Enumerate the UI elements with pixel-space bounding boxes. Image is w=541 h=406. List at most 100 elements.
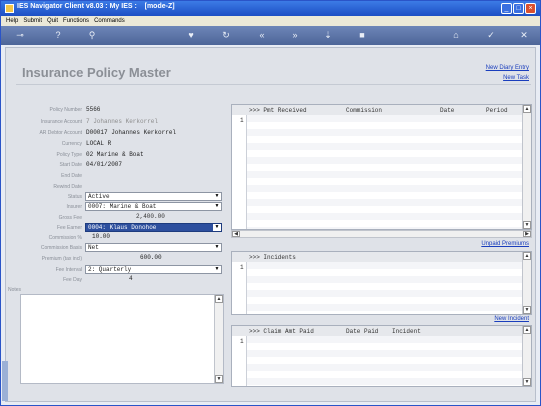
help-icon[interactable]: ? [51,29,65,42]
scroll-up-icon[interactable]: ▲ [523,252,531,260]
claims-scrollbar[interactable]: ▲ ▼ [522,326,531,386]
payments-grid: >>> Pmt Received Commission Date Period … [231,104,532,230]
home-icon[interactable]: ⌂ [449,29,463,42]
new-diary-entry-link[interactable]: New Diary Entry [486,65,529,71]
notes-textarea[interactable]: ▲ ▼ [20,294,224,384]
incidents-grid-body[interactable] [247,262,522,314]
status-select[interactable]: Active ▼ [85,192,222,201]
claims-grid-body[interactable] [247,336,522,386]
start-date-value[interactable]: 04/01/2007 [86,161,122,168]
fee-interval-value: 2: Quarterly [88,266,132,273]
insurer-value: 0007: Marine & Boat [88,203,157,210]
minimize-button[interactable]: _ [501,3,512,14]
row-number: 1 [240,338,244,345]
menu-submit[interactable]: Submit [23,16,42,26]
currency-label: Currency [61,141,82,147]
fee-earner-value: 0004: Klaus Donohoe [88,224,157,231]
new-task-link[interactable]: New Task [503,75,529,81]
gross-fee-label: Gross Fee [58,215,82,221]
scroll-left-icon[interactable]: ◀ [232,231,240,237]
row-number-column: 1 [232,336,247,386]
fee-interval-label: Fee Interval [55,267,82,273]
close-icon[interactable]: ✕ [517,29,531,42]
notes-label: Notes [8,287,22,293]
commission-pct-value[interactable]: 10.00 [92,233,110,240]
fee-earner-label: Fee Earner [56,225,82,231]
app-icon [5,4,14,13]
rewind-icon[interactable]: « [255,29,269,42]
window-title-text: IES Navigator Client v8.03 : My IES : [17,3,137,10]
forward-icon[interactable]: » [288,29,302,42]
app-window: IES Navigator Client v8.03 : My IES : [m… [0,0,541,406]
col-pmt-received: >>> Pmt Received [249,107,307,114]
incidents-grid-header: >>> Incidents [232,252,531,262]
check-icon[interactable]: ✓ [484,29,498,42]
close-window-button[interactable]: × [525,3,536,14]
row-number-column: 1 [232,262,247,314]
payments-hscrollbar[interactable]: ◀ ▶ [231,230,532,238]
menu-help[interactable]: Help [6,16,18,26]
stop-icon[interactable]: ■ [355,29,369,42]
chevron-down-icon[interactable]: ▼ [213,193,221,200]
premium-value[interactable]: 600.00 [140,254,162,261]
chevron-down-icon[interactable]: ▼ [213,224,221,231]
menu-quit[interactable]: Quit [47,16,58,26]
scroll-down-icon[interactable]: ▼ [523,221,531,229]
insurer-select[interactable]: 0007: Marine & Boat ▼ [85,202,222,211]
divider [16,84,531,85]
status-value: Active [88,193,110,200]
currency-value[interactable]: LOCAL R [86,140,111,147]
col-date-paid: Date Paid [346,328,379,335]
col-incidents: >>> Incidents [249,254,296,261]
menu-functions[interactable]: Functions [63,16,89,26]
payments-scrollbar[interactable]: ▲ ▼ [522,105,531,229]
scroll-down-icon[interactable]: ▼ [523,378,531,386]
payments-grid-body[interactable] [247,115,522,229]
fee-earner-select[interactable]: 0004: Klaus Donohoe ▼ [85,223,222,232]
end-date-label: End Date [61,173,82,179]
rewind-date-label: Rewind Date [53,184,82,190]
toolbar: ⊸ ? ⚲ ♥ ↻ « » ⇣ ■ ⌂ ✓ ✕ [1,26,540,45]
premium-label: Premium (tax incl) [41,256,82,262]
search-icon[interactable]: ⚲ [85,29,99,42]
maximize-button[interactable]: □ [513,3,524,14]
key-icon[interactable]: ⊸ [9,29,31,42]
policy-number-value[interactable]: 5566 [86,106,100,113]
chevron-down-icon[interactable]: ▼ [213,203,221,210]
gross-fee-field[interactable]: 2,400.00 [85,212,222,221]
claims-grid-header: >>> Claim Amt Paid Date Paid Incident [232,326,531,336]
policy-type-label: Policy Type [56,152,82,158]
scroll-right-icon[interactable]: ▶ [523,231,531,237]
chevron-down-icon[interactable]: ▼ [213,266,221,273]
row-number: 1 [240,117,244,124]
side-tab[interactable] [2,361,8,401]
notes-scrollbar[interactable]: ▲ ▼ [214,295,223,383]
scroll-up-icon[interactable]: ▲ [523,105,531,113]
scroll-up-icon[interactable]: ▲ [215,295,223,303]
row-number-column: 1 [232,115,247,229]
fee-interval-select[interactable]: 2: Quarterly ▼ [85,265,222,274]
refresh-icon[interactable]: ↻ [219,29,233,42]
policy-type-value[interactable]: 02 Marine & Boat [86,151,144,158]
pin-icon[interactable]: ⇣ [321,29,335,42]
scroll-up-icon[interactable]: ▲ [523,326,531,334]
payments-grid-header: >>> Pmt Received Commission Date Period [232,105,531,115]
col-date: Date [440,107,455,114]
new-incident-link[interactable]: New Incident [494,316,529,322]
status-label: Status [67,194,82,200]
commission-basis-select[interactable]: Net ▼ [85,243,222,252]
scroll-down-icon[interactable]: ▼ [215,375,223,383]
col-incident: Incident [392,328,421,335]
chevron-down-icon[interactable]: ▼ [213,244,221,251]
menu-commands[interactable]: Commands [94,16,125,26]
col-commission: Commission [346,107,383,114]
unpaid-premiums-link[interactable]: Unpaid Premiums [481,241,529,247]
policy-number-label: Policy Number [49,107,82,113]
ar-debtor-account-value[interactable]: D00017 Johannes Kerkorrel [86,129,176,136]
heart-icon[interactable]: ♥ [184,29,198,42]
incidents-scrollbar[interactable]: ▲ ▼ [522,252,531,314]
commission-basis-label: Commission Basis [40,245,82,251]
ar-debtor-account-label: AR Debtor Account [39,130,82,136]
fee-day-value[interactable]: 4 [129,275,133,282]
scroll-down-icon[interactable]: ▼ [523,306,531,314]
